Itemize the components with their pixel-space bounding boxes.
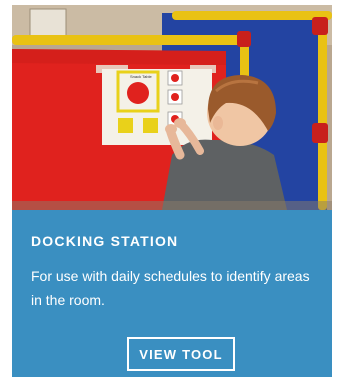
card-photo: Snack Table	[12, 5, 332, 210]
card-description: For use with daily schedules to identify…	[31, 268, 310, 308]
view-tool-button[interactable]: VIEW TOOL	[127, 337, 235, 371]
board-heading: Snack Table	[130, 74, 152, 79]
tool-card: Snack Table DOCKING STATION For use with…	[12, 5, 332, 377]
card-title: DOCKING STATION	[31, 233, 179, 249]
card-content: DOCKING STATION For use with daily sched…	[12, 210, 332, 377]
